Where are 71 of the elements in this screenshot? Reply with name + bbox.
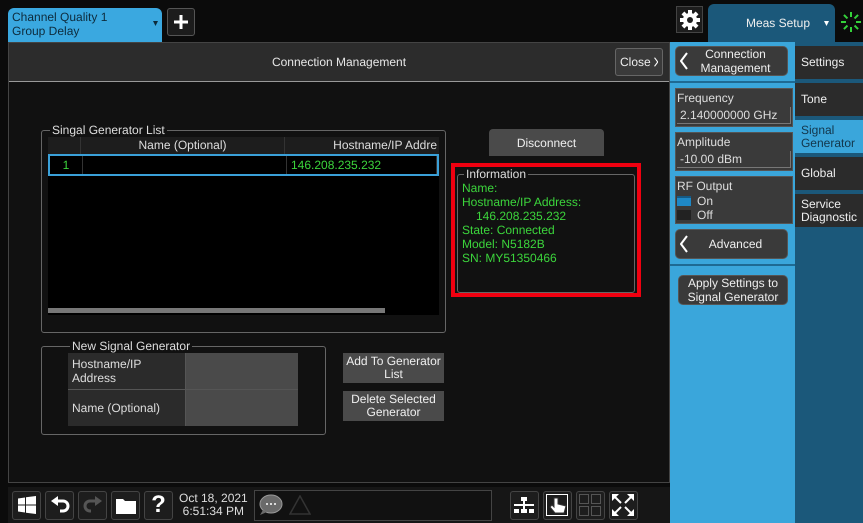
- redo-icon: [82, 496, 102, 514]
- field-label: Hostname/IP Address: [68, 353, 185, 389]
- scrollbar-thumb[interactable]: [48, 308, 385, 313]
- add-button[interactable]: [167, 8, 195, 36]
- setting-label: RF Output: [677, 179, 734, 193]
- folder-icon: [116, 496, 136, 514]
- back-button[interactable]: Connection Management: [675, 46, 788, 76]
- close-button[interactable]: Close: [615, 48, 663, 76]
- setting-control[interactable]: Frequency 2.140000000 GHz: [675, 88, 793, 127]
- touch-icon: [546, 494, 568, 516]
- action-button[interactable]: Delete Selected Generator: [343, 391, 444, 421]
- side-tab[interactable]: Service Diagnostic: [794, 194, 863, 227]
- chat-bubble-icon: [258, 494, 283, 516]
- table-cell: 146.208.235.232: [287, 156, 437, 174]
- option-label: On: [697, 195, 714, 207]
- action-button[interactable]: Add To Generator List: [343, 353, 444, 383]
- expand-icon: [612, 494, 634, 516]
- apply-button[interactable]: Apply Settings to Signal Generator: [678, 275, 788, 305]
- dialog-title: Connection Management: [272, 55, 406, 69]
- disconnect-button[interactable]: Disconnect: [489, 129, 604, 156]
- time-text: 6:51:34 PM: [182, 505, 246, 518]
- measurement-tab[interactable]: Channel Quality 1 Group Delay: [8, 8, 162, 42]
- toolbar-button[interactable]: [608, 490, 638, 520]
- setting-label: Frequency: [677, 91, 735, 105]
- help-button[interactable]: ?: [144, 490, 173, 520]
- info-text: Name:: [462, 181, 498, 195]
- network-icon: [514, 497, 534, 513]
- dropdown-icon: [153, 20, 158, 26]
- table-cell: 1: [50, 156, 83, 174]
- option-label: Off: [697, 209, 713, 221]
- side-tab[interactable]: Settings: [794, 46, 863, 79]
- chevron-left-icon: [680, 235, 688, 253]
- side-tab[interactable]: Global: [794, 157, 863, 190]
- side-tab[interactable]: Signal Generator: [794, 120, 863, 153]
- toolbar-button[interactable]: [111, 490, 140, 520]
- column-header: Hostname/IP Addre: [332, 137, 438, 154]
- toolbar-button[interactable]: [45, 490, 74, 520]
- plus-icon: [173, 14, 189, 30]
- grid-icon: [579, 494, 602, 516]
- info-text: State: Connected: [462, 223, 556, 237]
- back-button[interactable]: Advanced: [675, 229, 788, 259]
- date-text: Oct 18, 2021: [179, 492, 248, 505]
- input-field[interactable]: [186, 390, 298, 426]
- settings-button[interactable]: [676, 6, 703, 33]
- toolbar-button[interactable]: [542, 490, 572, 520]
- info-text: Hostname/IP Address:: [462, 195, 582, 209]
- settings-icon: [680, 10, 700, 30]
- warning-triangle-icon: [288, 495, 311, 515]
- side-tab[interactable]: Tone: [794, 83, 863, 116]
- chevron-left-icon: [680, 52, 688, 70]
- column-header: Name (Optional): [81, 137, 285, 154]
- group-label: New Signal Generator: [71, 339, 192, 353]
- field-label: Name (Optional): [68, 390, 185, 426]
- setting-value: 2.140000000 GHz: [677, 107, 791, 124]
- input-field[interactable]: [186, 353, 298, 389]
- setting-control[interactable]: Amplitude -10.00 dBm: [675, 132, 793, 171]
- group-label: Singal Generator List: [51, 123, 166, 137]
- menu-tab[interactable]: Meas Setup: [708, 4, 835, 42]
- busy-spinner-icon: [840, 11, 862, 33]
- setting-label: Amplitude: [677, 135, 732, 149]
- info-text: Model: N5182B: [462, 237, 546, 251]
- windows-icon: [18, 496, 36, 514]
- setting-value: -10.00 dBm: [677, 151, 791, 168]
- info-text: SN: MY51350466: [462, 251, 558, 265]
- undo-icon: [50, 496, 70, 514]
- toolbar-button[interactable]: [510, 490, 539, 520]
- table-row[interactable]: 1 146.208.235.232: [48, 154, 439, 176]
- dropdown-icon: [824, 20, 829, 26]
- info-text: 146.208.235.232: [475, 209, 568, 223]
- toolbar-button[interactable]: [12, 490, 41, 520]
- group-label: Information: [465, 167, 528, 181]
